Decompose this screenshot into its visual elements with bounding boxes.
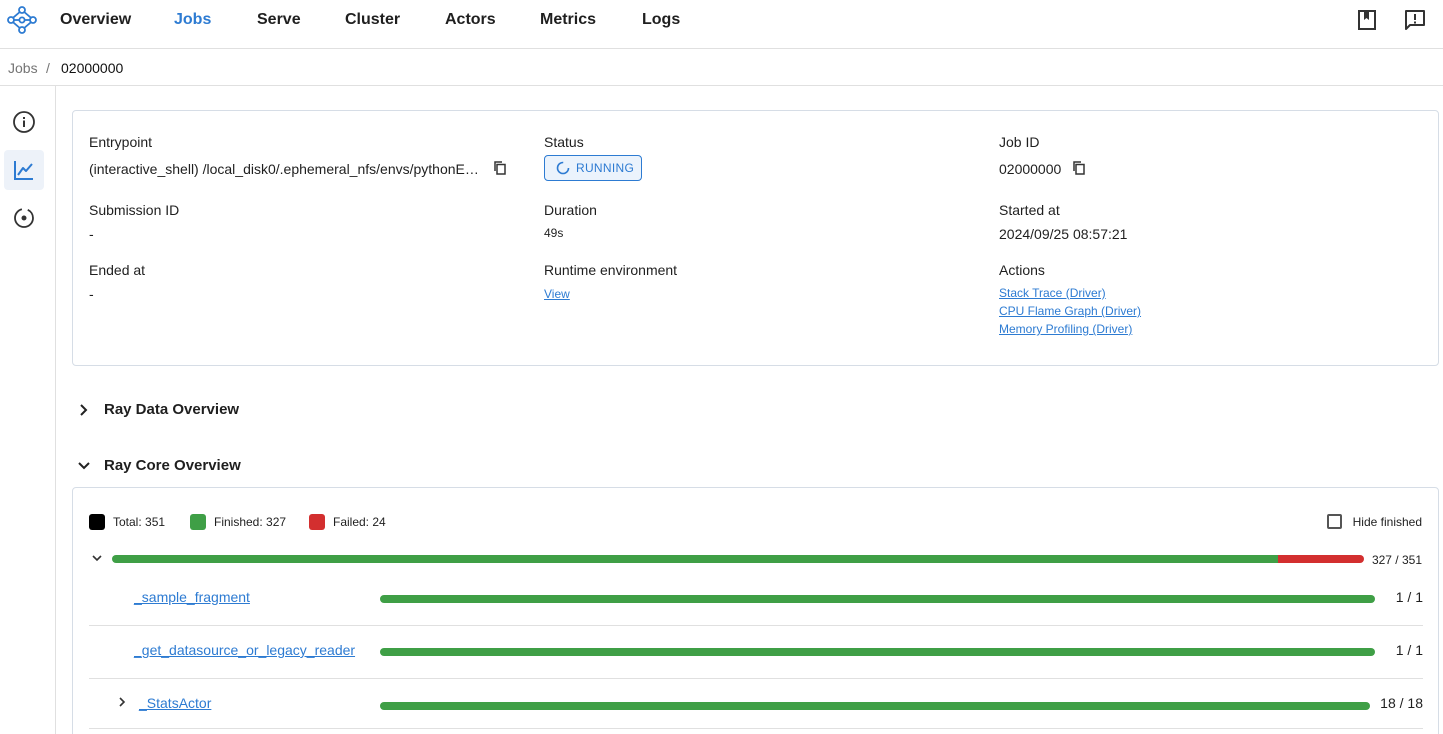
job-id-label: Job ID (999, 134, 1040, 150)
nav-metrics[interactable]: Metrics (540, 11, 596, 29)
book-icon[interactable] (1356, 9, 1378, 31)
hide-finished-label: Hide finished (1352, 514, 1422, 529)
ray-data-overview-title: Ray Data Overview (104, 401, 240, 418)
legend-failed-swatch (309, 514, 325, 530)
legend-failed: Failed: 24 (309, 514, 386, 530)
nav-actors[interactable]: Actors (445, 11, 496, 29)
chevron-right-icon (80, 403, 88, 416)
legend-failed-label: Failed: 24 (333, 515, 386, 529)
stack-trace-link[interactable]: Stack Trace (Driver) (999, 286, 1106, 300)
top-navigation: Overview Jobs Serve Cluster Actors Metri… (0, 0, 1443, 49)
progress-finished-segment (112, 555, 1279, 563)
legend-total-label: Total: 351 (113, 515, 166, 529)
hide-finished-checkbox[interactable] (1326, 514, 1342, 529)
entrypoint-value: (interactive_shell) /local_disk0/.epheme… (89, 161, 479, 177)
chevron-right-icon[interactable] (117, 696, 127, 708)
actor-row: _StatsActor 18 / 18 (89, 679, 1423, 729)
actor-progress-bar (380, 702, 1370, 710)
status-badge: RUNNING (544, 155, 642, 181)
progress-failed-segment (1278, 555, 1364, 563)
nav-logs[interactable]: Logs (642, 11, 680, 29)
cpu-flame-graph-link[interactable]: CPU Flame Graph (Driver) (999, 304, 1141, 318)
copy-job-id-icon[interactable] (1072, 161, 1086, 175)
entrypoint-label: Entrypoint (89, 134, 153, 150)
started-at-value: 2024/09/25 08:57:21 (999, 226, 1128, 242)
task-row: _get_datasource_or_legacy_reader 1 / 1 (89, 626, 1423, 679)
side-rail (0, 86, 56, 734)
runtime-env-label: Runtime environment (544, 262, 678, 278)
total-count: 327 / 351 (1371, 553, 1422, 567)
breadcrumb: Jobs / 02000000 (0, 49, 1443, 86)
info-icon (13, 111, 35, 133)
legend-total-swatch (89, 514, 105, 530)
runtime-env-view-link[interactable]: View (544, 287, 570, 301)
legend-finished: Finished: 327 (190, 514, 286, 530)
started-at-label: Started at (999, 202, 1060, 218)
timeline-icon (14, 208, 34, 228)
rail-timeline-button[interactable] (4, 198, 44, 238)
ended-at-label: Ended at (89, 262, 146, 278)
legend-finished-swatch (190, 514, 206, 530)
nav-serve[interactable]: Serve (257, 11, 301, 29)
submission-id-label: Submission ID (89, 202, 180, 218)
duration-label: Duration (544, 202, 597, 218)
legend-finished-label: Finished: 327 (214, 515, 287, 529)
memory-profiling-link[interactable]: Memory Profiling (Driver) (999, 322, 1132, 336)
job-info-card: Entrypoint (interactive_shell) /local_di… (72, 110, 1439, 366)
nav-jobs[interactable]: Jobs (174, 11, 211, 29)
task-progress-bar (380, 595, 1375, 603)
ray-core-overview-title: Ray Core Overview (104, 457, 241, 474)
total-progress-bar (112, 555, 1364, 563)
copy-entrypoint-icon[interactable] (493, 161, 507, 175)
actor-count: 18 / 18 (1380, 695, 1423, 711)
ray-core-overview-toggle[interactable]: Ray Core Overview (78, 457, 241, 474)
legend-total: Total: 351 (89, 514, 165, 530)
loading-spinner-icon (556, 161, 570, 175)
chart-line-icon (14, 161, 33, 180)
task-name-link[interactable]: _get_datasource_or_legacy_reader (134, 642, 355, 658)
breadcrumb-separator: / (46, 60, 50, 76)
breadcrumb-current: 02000000 (61, 60, 124, 76)
task-count: 1 / 1 (1395, 589, 1423, 605)
duration-value: 49s (544, 226, 564, 240)
status-label: Status (544, 134, 584, 150)
task-name-link[interactable]: _sample_fragment (134, 589, 250, 605)
rail-info-button[interactable] (4, 102, 44, 142)
actor-name-link[interactable]: _StatsActor (139, 695, 211, 711)
submission-id-value: - (89, 226, 94, 242)
ended-at-value: - (89, 286, 94, 302)
chevron-down-icon[interactable] (91, 552, 103, 564)
hide-finished-toggle[interactable]: Hide finished (1326, 514, 1422, 529)
actions-label: Actions (999, 262, 1045, 278)
task-row: _sample_fragment 1 / 1 (89, 573, 1423, 626)
nav-overview[interactable]: Overview (60, 11, 131, 29)
task-count: 1 / 1 (1395, 642, 1423, 658)
feedback-icon[interactable] (1404, 9, 1426, 31)
breadcrumb-jobs-link[interactable]: Jobs (8, 60, 38, 76)
rail-overview-button[interactable] (4, 150, 44, 190)
status-value: RUNNING (576, 161, 635, 175)
nav-cluster[interactable]: Cluster (345, 11, 400, 29)
job-id-value: 02000000 (999, 161, 1062, 177)
task-progress-bar (380, 648, 1375, 656)
ray-logo-icon[interactable] (6, 4, 38, 36)
ray-core-card: Total: 351 Finished: 327 Failed: 24 Hide… (72, 487, 1439, 734)
chevron-down-icon (78, 461, 90, 469)
ray-data-overview-toggle[interactable]: Ray Data Overview (78, 401, 239, 418)
